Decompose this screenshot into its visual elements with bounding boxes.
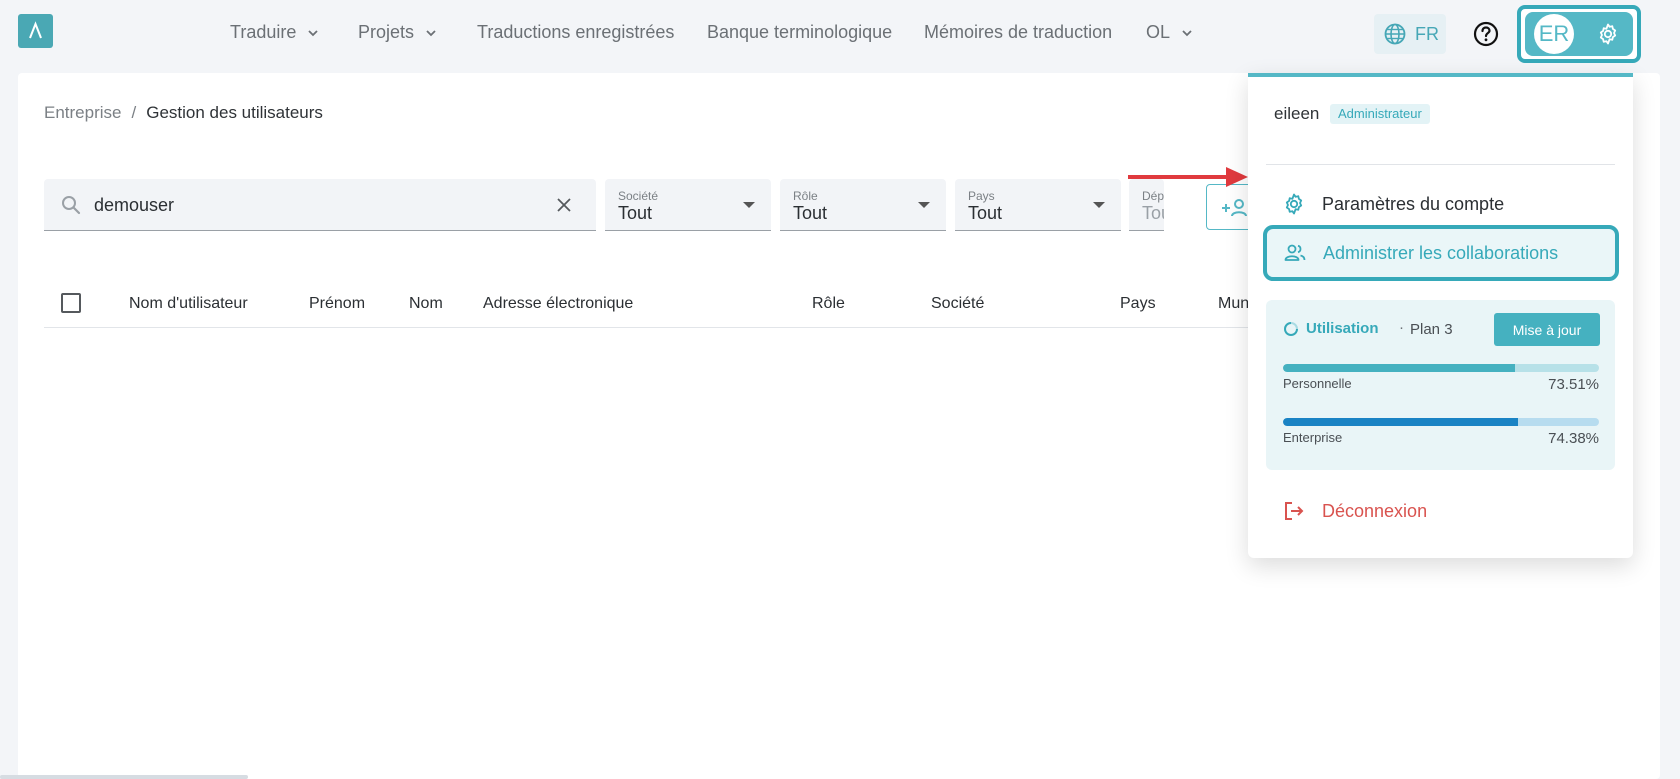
filter-role-value: Tout [793, 203, 828, 223]
language-label: FR [1415, 23, 1439, 44]
nav-ol-label: OL [1146, 22, 1171, 42]
col-societe[interactable]: Société [931, 295, 984, 313]
nav-projets[interactable]: Projets [358, 22, 438, 43]
usage-card: Utilisation · Plan 3 Mise à jour Personn… [1266, 300, 1615, 470]
gear-icon [1285, 193, 1303, 215]
globe-icon [1384, 23, 1406, 45]
enterprise-usage-bar [1283, 418, 1599, 426]
usage-separator: · [1399, 319, 1404, 336]
user-dropdown-menu: eileen Administrateur Paramètres du comp… [1248, 73, 1633, 558]
filter-societe-label: Société [618, 189, 659, 203]
nav-banque-terminologique-label: Banque terminologique [707, 22, 893, 42]
nav-projets-label: Projets [358, 22, 415, 42]
chevron-down-icon [426, 29, 436, 36]
usage-plan: Plan 3 [1410, 321, 1453, 338]
logout-item[interactable]: Déconnexion [1266, 487, 1615, 535]
col-prenom[interactable]: Prénom [309, 295, 365, 313]
top-nav-bar: Traduire Projets Traductions enregistrée… [0, 0, 1680, 68]
filter-societe-value: Tout [618, 203, 653, 223]
nav-memoires-de-traduction-label: Mémoires de traduction [924, 22, 1113, 42]
select-all-checkbox[interactable] [61, 293, 81, 313]
breadcrumb: Entreprise / Gestion des utilisateurs [44, 103, 323, 123]
col-email[interactable]: Adresse électronique [483, 295, 633, 313]
nav-traduire-label: Traduire [230, 22, 297, 42]
lambda-logo-icon [29, 21, 42, 39]
enterprise-usage-fill [1283, 418, 1519, 426]
nav-traductions-enregistrees[interactable]: Traductions enregistrées [477, 22, 674, 43]
filter-departement-value: Tou [1142, 203, 1164, 223]
filter-pays-value: Tout [968, 203, 1003, 223]
col-role[interactable]: Rôle [812, 295, 845, 313]
breadcrumb-separator: / [131, 103, 137, 122]
loading-circle-icon [1284, 322, 1298, 336]
filter-departement-label: Dép [1142, 189, 1164, 203]
enterprise-usage-percent: 74.38% [1548, 430, 1599, 447]
personal-usage-percent: 73.51% [1548, 376, 1599, 393]
usage-title: Utilisation [1306, 320, 1379, 337]
filter-pays[interactable]: Pays Tout [955, 179, 1121, 231]
enterprise-usage-label: Enterprise [1283, 430, 1343, 445]
search-input[interactable] [94, 191, 534, 219]
filter-pays-label: Pays [968, 189, 995, 203]
nav-ol[interactable]: OL [1146, 22, 1194, 43]
logout-label: Déconnexion [1322, 500, 1428, 521]
app-logo[interactable] [18, 14, 53, 48]
logout-icon [1285, 502, 1304, 520]
filter-societe[interactable]: Société Tout [605, 179, 771, 231]
menu-username: eileen [1274, 104, 1320, 123]
chevron-down-icon [1182, 29, 1192, 36]
caret-down-icon [918, 202, 930, 208]
table-header: Nom d'utilisateur Prénom Nom Adresse éle… [44, 286, 1344, 328]
avatar-initials: ER [1538, 21, 1570, 46]
menu-divider [1266, 164, 1615, 165]
breadcrumb-parent[interactable]: Entreprise [44, 103, 121, 122]
caret-down-icon [1093, 202, 1105, 208]
avatar[interactable]: ER [1534, 14, 1574, 54]
personal-usage-bar [1283, 364, 1599, 372]
horizontal-scrollbar[interactable] [0, 775, 248, 779]
nav-traductions-enregistrees-label: Traductions enregistrées [477, 22, 675, 42]
filter-role[interactable]: Rôle Tout [780, 179, 946, 231]
upgrade-button[interactable]: Mise à jour [1494, 313, 1600, 346]
col-pays[interactable]: Pays [1120, 295, 1156, 313]
account-settings-label: Paramètres du compte [1322, 193, 1505, 214]
close-icon[interactable] [554, 195, 574, 215]
nav-memoires-de-traduction[interactable]: Mémoires de traduction [924, 22, 1112, 43]
language-button[interactable]: FR [1374, 14, 1446, 54]
col-username[interactable]: Nom d'utilisateur [129, 295, 248, 313]
help-icon[interactable] [1473, 21, 1499, 47]
account-settings-item[interactable]: Paramètres du compte [1266, 180, 1616, 228]
caret-down-icon [743, 202, 755, 208]
nav-banque-terminologique[interactable]: Banque terminologique [707, 22, 892, 43]
users-icon [1284, 244, 1306, 261]
filter-role-label: Rôle [793, 189, 818, 203]
personal-usage-fill [1283, 364, 1516, 372]
role-badge: Administrateur [1330, 104, 1430, 124]
search-icon [62, 196, 81, 215]
breadcrumb-current: Gestion des utilisateurs [146, 103, 323, 122]
manage-collaborations-label: Administrer les collaborations [1323, 242, 1559, 263]
personal-usage-label: Personnelle [1283, 376, 1352, 391]
col-nom[interactable]: Nom [409, 295, 443, 313]
search-field[interactable] [44, 179, 596, 231]
manage-collaborations-item[interactable]: Administrer les collaborations [1263, 225, 1619, 281]
chevron-down-icon [308, 29, 318, 36]
annotation-arrow-right-icon [1128, 167, 1248, 187]
nav-traduire[interactable]: Traduire [230, 22, 320, 43]
